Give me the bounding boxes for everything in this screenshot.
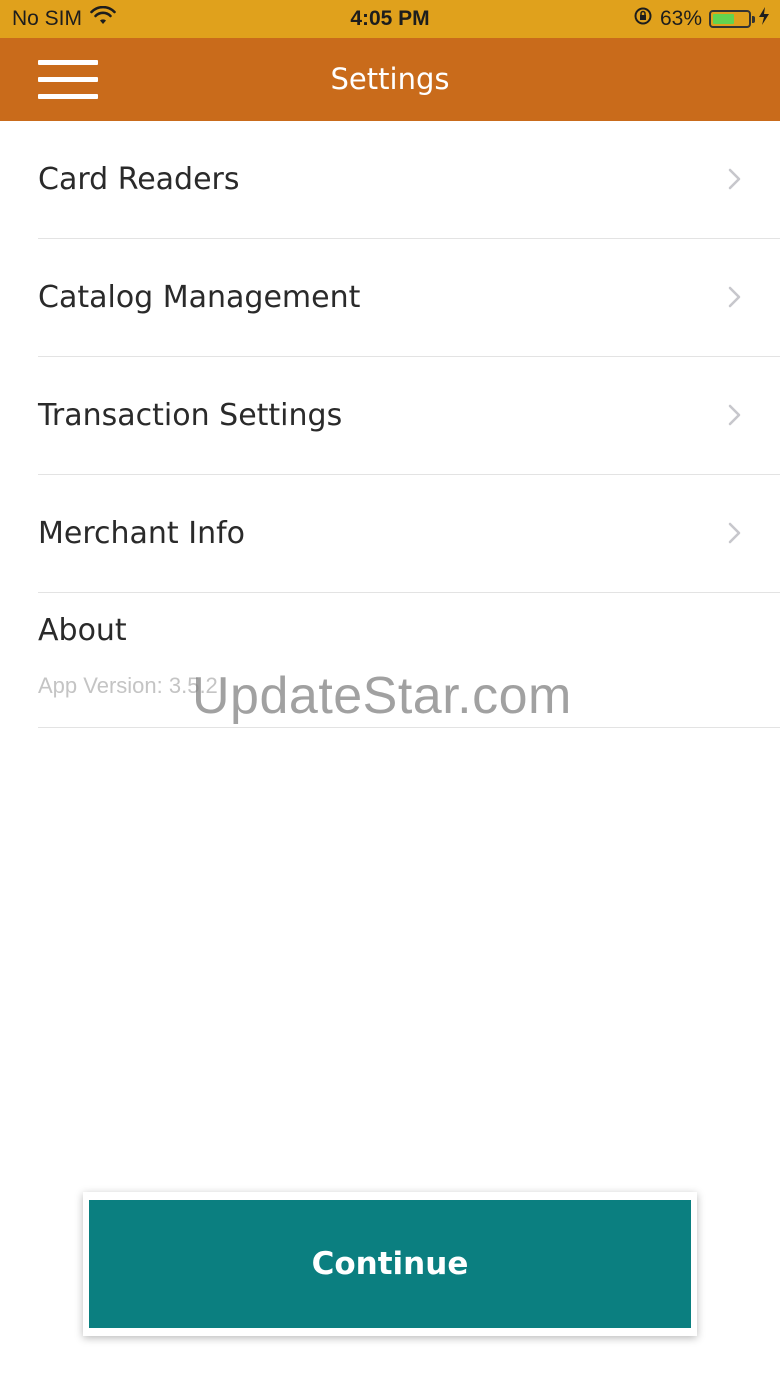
battery-percent: 63% (659, 7, 702, 30)
continue-button[interactable]: Continue (89, 1200, 691, 1328)
charging-icon (758, 6, 770, 32)
settings-item-label: Merchant Info (38, 516, 245, 551)
nav-bar: Settings (0, 38, 780, 121)
settings-item-label: Transaction Settings (38, 398, 343, 433)
settings-item-card-readers[interactable]: Card Readers (38, 121, 780, 239)
app-version: App Version: 3.5.2 (38, 673, 218, 698)
battery-icon (709, 10, 755, 28)
continue-container: Continue (83, 1192, 697, 1336)
battery-fill (713, 14, 734, 24)
settings-item-label: Catalog Management (38, 280, 361, 315)
page-title: Settings (330, 62, 450, 96)
orientation-lock-icon (633, 6, 653, 32)
status-left: No SIM (0, 5, 116, 32)
wifi-icon (90, 5, 116, 32)
chevron-right-icon (728, 522, 741, 544)
status-right: 63% (633, 6, 780, 32)
battery-cap (752, 16, 755, 23)
about-title: About (38, 613, 127, 648)
chevron-right-icon (728, 168, 741, 190)
settings-item-label: Card Readers (38, 162, 240, 197)
settings-item-transaction-settings[interactable]: Transaction Settings (38, 357, 780, 475)
status-bar: No SIM 4:05 PM 63% (0, 0, 780, 38)
chevron-right-icon (728, 404, 741, 426)
carrier-label: No SIM (12, 7, 83, 30)
settings-list: Card Readers Catalog Management Transact… (0, 121, 780, 728)
settings-item-merchant-info[interactable]: Merchant Info (38, 475, 780, 593)
chevron-right-icon (728, 286, 741, 308)
settings-item-catalog-management[interactable]: Catalog Management (38, 239, 780, 357)
watermark: UpdateStar.com (192, 667, 572, 725)
